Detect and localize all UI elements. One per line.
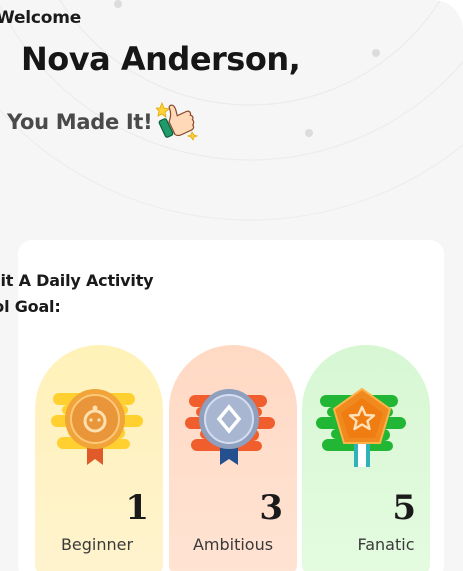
badge-card-ambitious[interactable]: 3 Ambitious	[169, 345, 297, 571]
gold-star-medal-icon	[316, 387, 406, 467]
badge-label: Ambitious	[192, 535, 274, 554]
welcome-text: Welcome	[0, 8, 82, 28]
badge-label: Beginner	[60, 535, 134, 554]
goal-heading-line2: col Goal:	[0, 297, 61, 316]
badge-level-number: 3	[259, 488, 283, 528]
badge-label: Fanatic	[357, 535, 415, 554]
bronze-medal-icon	[51, 389, 143, 465]
goal-heading-line1: mit A Daily Activity	[0, 271, 154, 290]
badge-level-number: 5	[392, 488, 416, 528]
badge-card-beginner[interactable]: 1 Beginner	[35, 345, 163, 571]
user-name-heading: Nova Anderson,	[21, 40, 301, 78]
badge-level-number: 1	[125, 488, 149, 528]
thumbs-up-icon	[156, 101, 199, 141]
goal-heading: mit A Daily Activity col Goal:	[0, 268, 154, 320]
badge-card-fanatic[interactable]: 5 Fanatic	[302, 345, 430, 571]
success-subtitle: You Made It!	[7, 110, 153, 134]
silver-medal-icon	[185, 389, 275, 465]
